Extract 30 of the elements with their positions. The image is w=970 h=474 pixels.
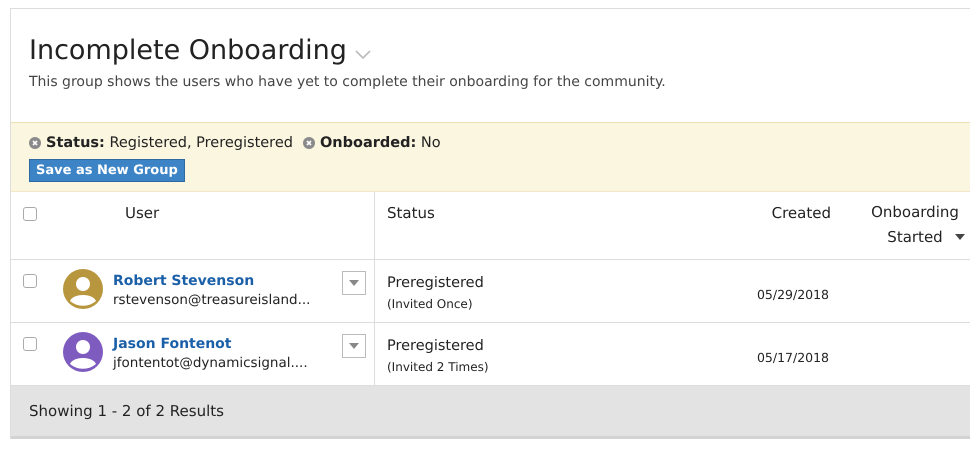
- checkbox[interactable]: [23, 207, 37, 221]
- group-title: Incomplete Onboarding: [29, 34, 347, 68]
- filter-text: Status: Registered, Preregistered: [46, 135, 293, 151]
- checkbox[interactable]: [23, 337, 37, 351]
- checkbox[interactable]: [23, 274, 37, 288]
- results-count: Showing 1 - 2 of 2 Results: [29, 402, 224, 420]
- invite-count: (Invited 2 Times): [387, 359, 490, 376]
- column-header[interactable]: Created: [772, 204, 831, 222]
- group-description: This group shows the users who have yet to complete their onboarding for the community.: [29, 74, 667, 90]
- status-text: Preregistered: [387, 337, 485, 356]
- status-text: Preregistered: [387, 274, 485, 293]
- user-name-link[interactable]: Robert Stevenson: [113, 272, 310, 290]
- user-email: rstevenson@treasureisland...: [113, 291, 310, 310]
- created-date: 05/17/2018: [756, 350, 829, 364]
- save-as-new-group-button[interactable]: Save as New Group: [29, 159, 185, 182]
- created-date: 05/29/2018: [756, 286, 829, 302]
- column-header[interactable]: Onboarding Started: [867, 200, 963, 250]
- user-email: jfontentot@dynamicsignal....: [113, 354, 308, 373]
- remove-filter-icon[interactable]: [302, 137, 315, 149]
- row-menu-button[interactable]: [342, 271, 366, 295]
- remove-filter-icon[interactable]: [29, 137, 41, 149]
- row-menu-button[interactable]: [342, 334, 366, 358]
- filter-text: Onboarded: No: [320, 135, 441, 151]
- column-header[interactable]: Status: [387, 204, 435, 222]
- invite-count: (Invited Once): [387, 296, 474, 313]
- column-header[interactable]: User: [125, 204, 160, 259]
- caret-icon: [349, 343, 359, 349]
- user-name-link[interactable]: Jason Fontenot: [113, 335, 308, 353]
- caret-icon: [349, 280, 359, 286]
- chevron-down-icon[interactable]: [354, 50, 371, 60]
